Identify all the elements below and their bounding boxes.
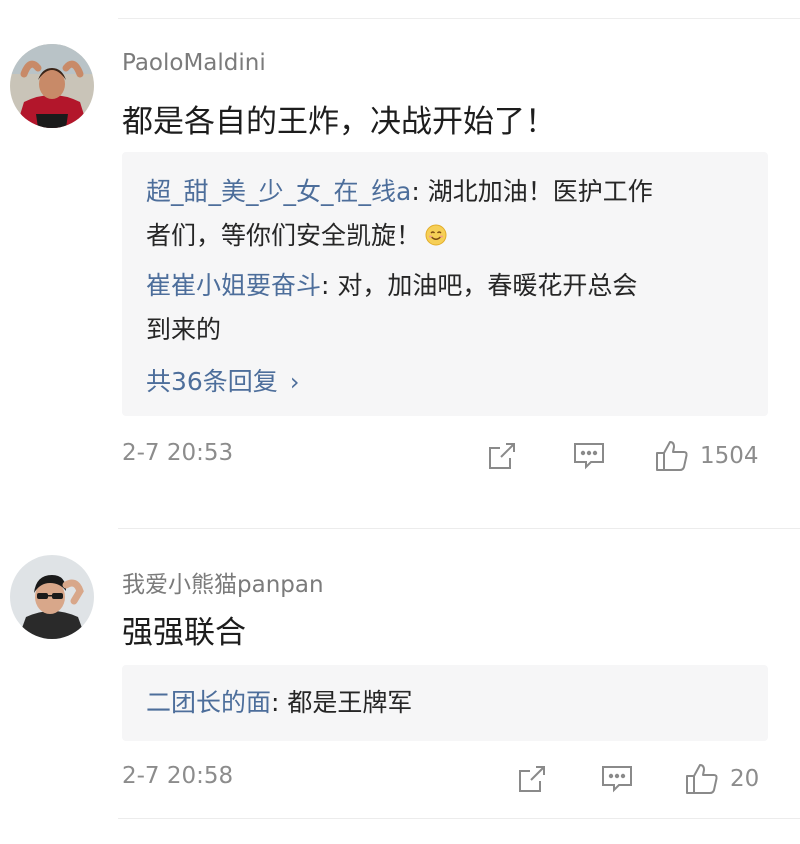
share-button[interactable] — [516, 759, 548, 799]
share-icon — [516, 763, 548, 795]
reply-text: 者们，等你们安全凯旋！ — [146, 221, 422, 250]
comment-button[interactable] — [572, 436, 606, 476]
comment-button[interactable] — [600, 759, 634, 799]
comment-icon — [600, 763, 634, 795]
comment-icon — [572, 440, 606, 472]
like-count: 20 — [730, 766, 760, 792]
thumbs-up-icon — [654, 439, 690, 473]
reply-item: 二团长的面: 都是王牌军 — [146, 681, 412, 725]
divider — [118, 18, 800, 19]
reply-text: : 对，加油吧，春暖花开总会 — [321, 271, 638, 300]
share-button[interactable] — [486, 436, 518, 476]
share-icon — [486, 440, 518, 472]
timestamp: 2-7 20:58 — [122, 763, 234, 789]
chevron-right-icon: › — [289, 368, 300, 396]
divider — [118, 528, 800, 529]
username[interactable]: 我爱小熊猫panpan — [122, 565, 324, 599]
comment-meta: 2-7 20:53 1504 — [122, 436, 768, 476]
reply-item-continued: 者们，等你们安全凯旋！ — [146, 214, 447, 258]
like-count: 1504 — [700, 443, 759, 469]
more-replies-label: 共36条回复 — [146, 367, 278, 396]
like-button[interactable]: 1504 — [654, 436, 759, 476]
comment-meta: 2-7 20:58 20 — [122, 759, 768, 799]
reply-text: 到来的 — [146, 315, 222, 344]
like-button[interactable]: 20 — [684, 759, 759, 799]
reply-text: : 湖北加油！医护工作 — [411, 177, 653, 206]
timestamp: 2-7 20:53 — [122, 440, 234, 466]
reply-username[interactable]: 超_甜_美_少_女_在_线a — [146, 177, 411, 206]
comment-list: PaoloMaldini 都是各自的王炸，决战开始了！ 超_甜_美_少_女_在_… — [0, 0, 800, 844]
reply-item: 超_甜_美_少_女_在_线a: 湖北加油！医护工作 — [146, 170, 653, 214]
reply-box[interactable]: 二团长的面: 都是王牌军 — [122, 665, 768, 741]
reply-item: 崔崔小姐要奋斗: 对，加油吧，春暖花开总会 — [146, 264, 637, 308]
more-replies-link[interactable]: 共36条回复 › — [146, 360, 299, 404]
comment-text: 强强联合 — [122, 615, 246, 651]
avatar[interactable] — [10, 555, 94, 639]
thumbs-up-icon — [684, 762, 720, 796]
avatar[interactable] — [10, 44, 94, 128]
username[interactable]: PaoloMaldini — [122, 50, 266, 76]
reply-username[interactable]: 二团长的面 — [146, 688, 271, 717]
reply-item-continued: 到来的 — [146, 308, 221, 352]
reply-text: : 都是王牌军 — [271, 688, 413, 717]
comment-text: 都是各自的王炸，决战开始了！ — [122, 104, 556, 140]
smile-emoji-icon — [425, 216, 447, 246]
reply-username[interactable]: 崔崔小姐要奋斗 — [146, 271, 321, 300]
divider — [118, 818, 800, 819]
reply-box[interactable]: 超_甜_美_少_女_在_线a: 湖北加油！医护工作 者们，等你们安全凯旋！ 崔崔… — [122, 152, 768, 416]
